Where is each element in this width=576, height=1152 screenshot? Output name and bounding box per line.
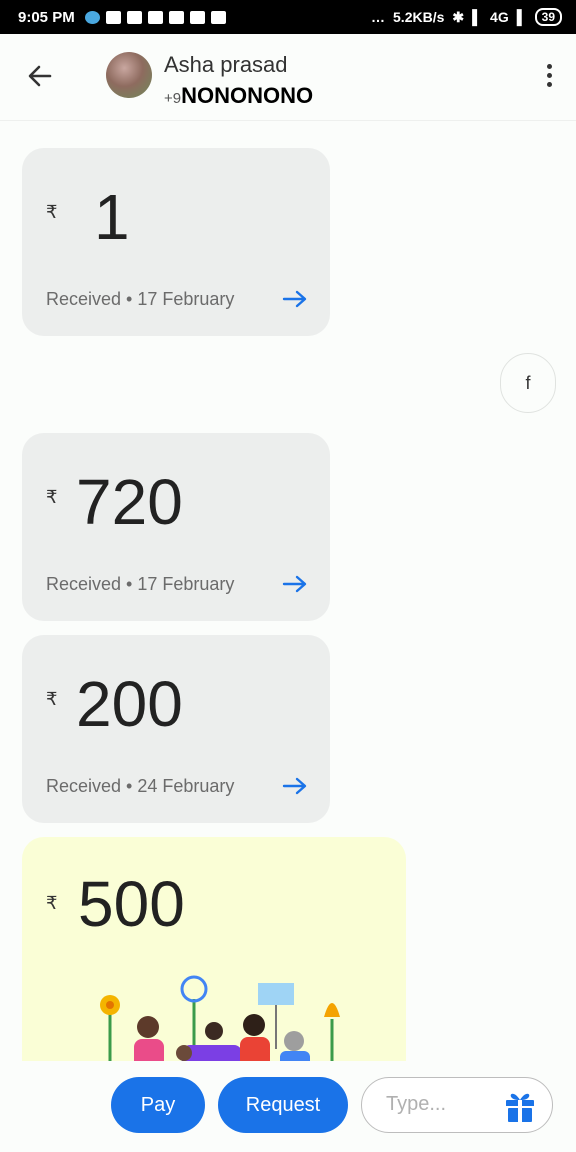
phone-number: NONONONO	[181, 83, 314, 108]
chat-notification-icon	[147, 10, 163, 24]
avatar[interactable]	[106, 52, 152, 98]
status-right: … 5.2KB/s ✱ ▌ 4G ▌ 39	[371, 8, 562, 26]
payment-card[interactable]: ₹ 1 Received • 17 February	[22, 148, 330, 336]
network-speed: 5.2KB/s	[393, 9, 445, 25]
message-bubble[interactable]: f	[500, 353, 556, 413]
status-bar: 9:05 PM … 5.2KB/s ✱ ▌ 4G ▌ 39	[0, 0, 576, 34]
sync-notification-icon	[126, 10, 142, 24]
arrow-right-icon[interactable]	[282, 575, 308, 593]
payment-status: Received • 17 February	[46, 289, 235, 309]
payment-card-gift[interactable]: ₹ 500	[22, 837, 406, 1061]
contact-phone: +9NONONONO	[164, 83, 313, 109]
gift-icon[interactable]	[502, 1088, 538, 1124]
currency-symbol: ₹	[46, 202, 58, 222]
back-arrow-icon[interactable]	[24, 60, 56, 92]
arrow-right-icon[interactable]	[282, 777, 308, 795]
notification-icons	[84, 10, 226, 24]
message-input[interactable]	[384, 1092, 498, 1117]
more-notifications-icon: …	[371, 9, 386, 25]
payment-card[interactable]: ₹ 720 Received • 17 February	[22, 433, 330, 621]
app-notification-icon	[84, 10, 100, 24]
bottom-action-bar: Pay Request	[0, 1061, 576, 1152]
payment-amount: 200	[76, 668, 183, 740]
pay-button[interactable]: Pay	[111, 1077, 205, 1133]
currency-symbol: ₹	[46, 689, 58, 709]
battery-indicator: 39	[534, 8, 562, 26]
arrow-right-icon[interactable]	[282, 290, 308, 308]
contact-name: Asha prasad	[164, 52, 288, 77]
signal-icon: ▌	[516, 9, 527, 25]
phone-prefix: +9	[164, 90, 182, 107]
payment-status: Received • 24 February	[46, 776, 235, 796]
mail-notification-icon	[189, 10, 205, 24]
chat-notification-icon	[168, 10, 184, 24]
bluetooth-icon: ✱	[452, 8, 465, 25]
message-notification-icon	[105, 10, 121, 24]
message-input-container[interactable]	[361, 1077, 553, 1133]
more-vert-icon[interactable]	[542, 64, 556, 90]
chat-area[interactable]: ₹ 1 Received • 17 February f ₹ 720 Recei…	[0, 121, 576, 1061]
mail-notification-icon	[210, 10, 226, 24]
payment-card[interactable]: ₹ 200 Received • 24 February	[22, 635, 330, 823]
signal-icon: ▌	[472, 9, 483, 25]
payment-status: Received • 17 February	[46, 574, 235, 594]
payment-amount: 720	[76, 466, 183, 538]
currency-symbol: ₹	[46, 487, 58, 507]
payment-amount: 1	[94, 181, 130, 253]
chat-header: Asha prasad +9NONONONO	[0, 34, 576, 121]
payment-amount: 500	[78, 868, 185, 940]
celebration-illustration	[100, 975, 340, 1061]
network-type: 4G	[490, 9, 509, 25]
status-time: 9:05 PM	[18, 8, 75, 26]
currency-symbol: ₹	[46, 893, 58, 913]
request-button[interactable]: Request	[218, 1077, 348, 1133]
